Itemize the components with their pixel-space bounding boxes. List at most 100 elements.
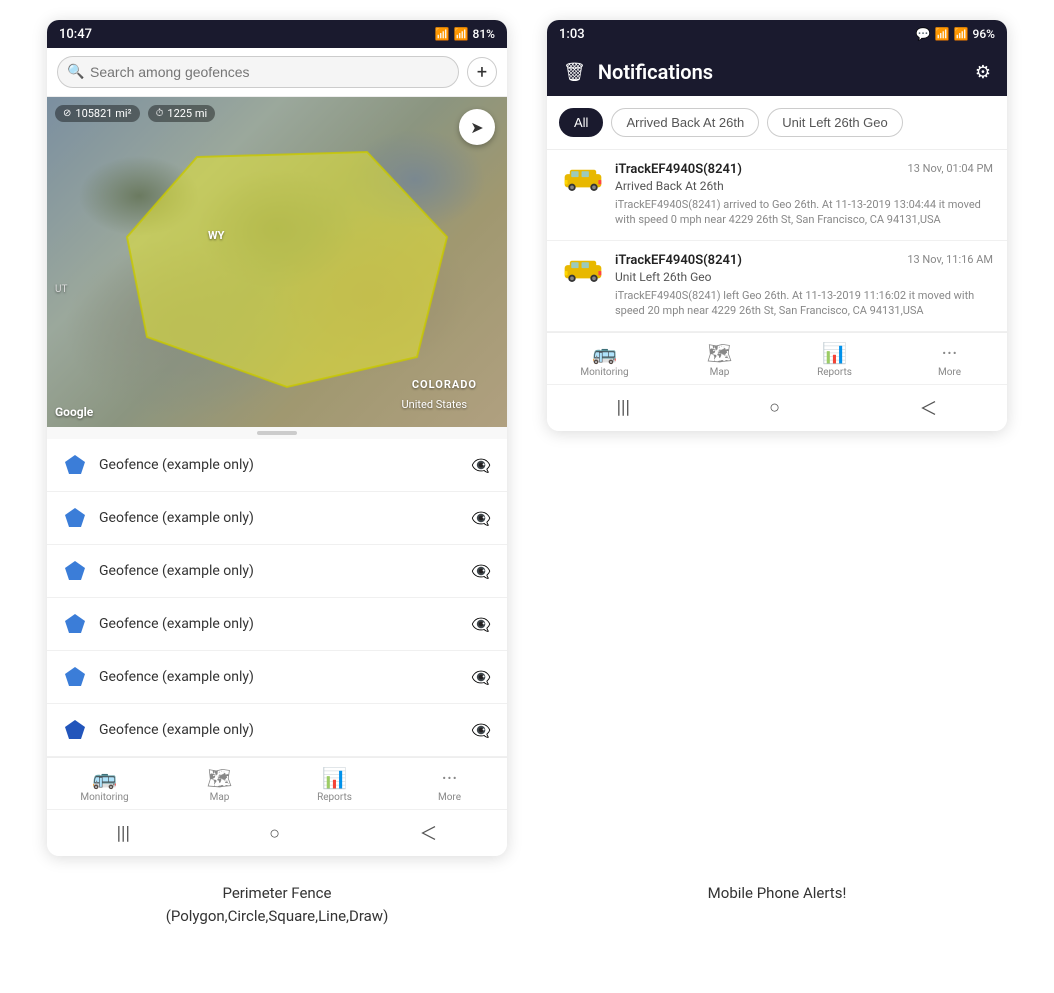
right-caption-text: Mobile Phone Alerts! [708,884,847,902]
monitoring-icon: 🚌 [92,766,117,790]
android-recent-button[interactable]: ||| [117,823,130,844]
search-wrapper: 🔍 [57,56,459,88]
notifications-title: Notifications [598,60,963,84]
notification-body-1: iTrackEF4940S(8241) arrived to Geo 26th.… [615,197,993,228]
android-back-button[interactable]: ＜ [419,820,437,846]
distance-icon: ⏱ [156,108,164,119]
filter-left[interactable]: Unit Left 26th Geo [767,108,903,137]
right-nav-more[interactable]: ··· More [892,333,1007,384]
more-label: More [438,792,461,803]
right-reports-label: Reports [817,367,852,378]
geofence-icon-5 [63,665,87,689]
notification-time-2: 13 Nov, 11:16 AM [907,253,993,266]
geofence-name-2: Geofence (example only) [99,510,459,526]
delete-icon[interactable]: 🗑 [563,62,586,83]
add-geofence-button[interactable]: + [467,57,497,87]
right-status-icons: 💬 📶 📶 96% [916,27,995,41]
nav-more[interactable]: ··· More [392,758,507,809]
visibility-icon-1[interactable]: 👁‍🗨 [471,456,491,475]
geofence-name-5: Geofence (example only) [99,669,459,685]
right-signal-icon: 📶 [954,27,969,41]
nav-monitoring[interactable]: 🚌 Monitoring [47,758,162,809]
filter-all[interactable]: All [559,108,603,137]
notification-content-2: iTrackEF4940S(8241) 13 Nov, 11:16 AM Uni… [615,253,993,319]
search-input[interactable] [57,56,459,88]
android-nav-bar: ||| ○ ＜ [47,809,507,856]
geofence-icon-1 [63,453,87,477]
list-item[interactable]: Geofence (example only) 👁‍🗨 [47,598,507,651]
notification-subtitle-1: Arrived Back At 26th [615,179,993,193]
left-status-bar: 10:47 📶 📶 81% [47,20,507,48]
right-nav-reports[interactable]: 📊 Reports [777,333,892,384]
reports-icon: 📊 [322,766,347,790]
geofence-name-1: Geofence (example only) [99,457,459,473]
search-bar: 🔍 + [47,48,507,97]
search-icon: 🔍 [67,64,84,80]
list-item[interactable]: Geofence (example only) 👁‍🗨 [47,704,507,757]
map-distance-stat: ⏱ 1225 mi [148,105,216,122]
visibility-icon-5[interactable]: 👁‍🗨 [471,668,491,687]
notification-subtitle-2: Unit Left 26th Geo [615,270,993,284]
notification-item-1[interactable]: iTrackEF4940S(8241) 13 Nov, 01:04 PM Arr… [547,150,1007,241]
list-item[interactable]: Geofence (example only) 👁‍🗨 [47,651,507,704]
right-android-back-button[interactable]: ＜ [919,395,937,421]
geofence-icon-6 [63,718,87,742]
nav-reports[interactable]: 📊 Reports [277,758,392,809]
android-home-button[interactable]: ○ [269,823,280,844]
left-caption: Perimeter Fence(Polygon,Circle,Square,Li… [47,882,507,927]
visibility-icon-2[interactable]: 👁‍🗨 [471,509,491,528]
right-nav-monitoring[interactable]: 🚌 Monitoring [547,333,662,384]
chat-icon: 💬 [916,27,931,41]
notification-time-1: 13 Nov, 01:04 PM [908,162,993,175]
right-phone: 1:03 💬 📶 📶 96% 🗑 Notifications ⚙ All Arr… [547,20,1007,431]
car-icon-1 [561,162,605,198]
notification-body-2: iTrackEF4940S(8241) left Geo 26th. At 11… [615,288,993,319]
bottom-nav: 🚌 Monitoring 🗺 Map 📊 Reports ··· More [47,757,507,809]
device-name-2: iTrackEF4940S(8241) [615,253,742,268]
scroll-dot [257,431,297,435]
right-nav-map[interactable]: 🗺 Map [662,333,777,384]
filter-arrived[interactable]: Arrived Back At 26th [611,108,759,137]
more-icon: ··· [442,766,458,790]
geofence-icon-3 [63,559,87,583]
geofence-icon-2 [63,506,87,530]
notification-item-2[interactable]: iTrackEF4940S(8241) 13 Nov, 11:16 AM Uni… [547,241,1007,332]
right-bottom-nav: 🚌 Monitoring 🗺 Map 📊 Reports ··· More [547,332,1007,384]
left-status-icons: 📶 📶 81% [435,27,495,41]
map-area: ➤ ⊘ 105821 mi² ⏱ 1225 mi WY UT COLORADO … [47,97,507,427]
right-caption: Mobile Phone Alerts! [547,882,1007,927]
right-map-label: Map [710,367,730,378]
map-area-stat: ⊘ 105821 mi² [55,105,140,122]
right-android-home-button[interactable]: ○ [769,397,780,418]
navigation-arrow[interactable]: ➤ [459,109,495,145]
right-status-bar: 1:03 💬 📶 📶 96% [547,20,1007,48]
nav-map[interactable]: 🗺 Map [162,758,277,809]
right-android-recent-button[interactable]: ||| [617,397,630,418]
notification-list: iTrackEF4940S(8241) 13 Nov, 01:04 PM Arr… [547,150,1007,332]
list-item[interactable]: Geofence (example only) 👁‍🗨 [47,545,507,598]
visibility-icon-6[interactable]: 👁‍🗨 [471,721,491,740]
reports-label: Reports [317,792,352,803]
left-phone: 10:47 📶 📶 81% 🔍 + [47,20,507,856]
ut-label: UT [55,284,67,295]
visibility-icon-4[interactable]: 👁‍🗨 [471,615,491,634]
map-background: ➤ ⊘ 105821 mi² ⏱ 1225 mi WY UT COLORADO … [47,97,507,427]
right-battery: 96% [973,27,995,41]
car-icon-2 [561,253,605,289]
notification-content-1: iTrackEF4940S(8241) 13 Nov, 01:04 PM Arr… [615,162,993,228]
geofence-name-6: Geofence (example only) [99,722,459,738]
list-item[interactable]: Geofence (example only) 👁‍🗨 [47,439,507,492]
device-name-1: iTrackEF4940S(8241) [615,162,742,177]
captions-row: Perimeter Fence(Polygon,Circle,Square,Li… [0,866,1054,947]
left-time: 10:47 [59,27,92,42]
map-stats: ⊘ 105821 mi² ⏱ 1225 mi [55,105,215,122]
left-battery: 81% [473,27,495,41]
us-label: United States [402,398,467,411]
list-item[interactable]: Geofence (example only) 👁‍🗨 [47,492,507,545]
geofence-name-3: Geofence (example only) [99,563,459,579]
visibility-icon-3[interactable]: 👁‍🗨 [471,562,491,581]
settings-icon[interactable]: ⚙ [975,62,991,83]
right-monitoring-icon: 🚌 [592,341,617,365]
wy-label: WY [208,229,224,242]
right-wifi-icon: 📶 [935,27,950,41]
